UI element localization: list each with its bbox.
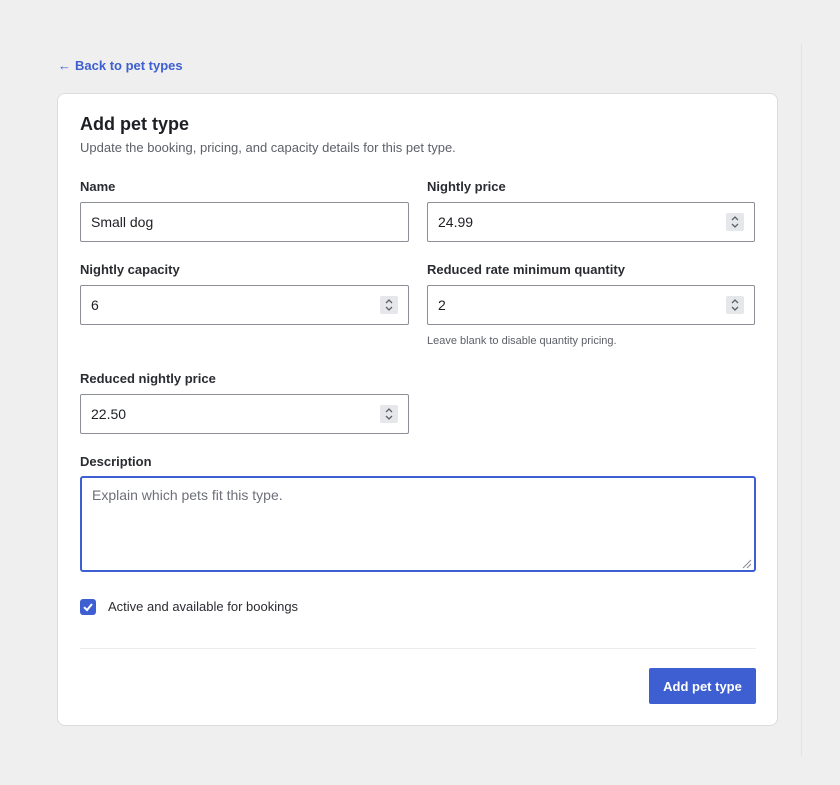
back-to-pet-types-link[interactable]: ← Back to pet types bbox=[58, 58, 183, 74]
nightly-price-field[interactable] bbox=[427, 202, 755, 242]
page: ← Back to pet types Add pet type Update … bbox=[0, 0, 840, 785]
reduced-nightly-price-input[interactable] bbox=[91, 406, 398, 422]
page-title: Add pet type bbox=[80, 114, 190, 134]
page-subtitle: Update the booking, pricing, and capacit… bbox=[80, 140, 456, 155]
nightly-price-stepper-icon[interactable] bbox=[726, 213, 744, 231]
pet-type-form-card: Add pet type Update the booking, pricing… bbox=[57, 93, 778, 726]
reduced-rate-min-qty-field[interactable] bbox=[427, 285, 755, 325]
nightly-capacity-input[interactable] bbox=[91, 297, 398, 313]
nightly-capacity-label: Nightly capacity bbox=[80, 262, 180, 277]
arrow-left-icon: ← bbox=[58, 58, 71, 73]
page-edge-divider bbox=[801, 44, 802, 756]
reduced-nightly-price-stepper-icon[interactable] bbox=[380, 405, 398, 423]
form-footer-divider bbox=[80, 648, 756, 649]
back-link-label: Back to pet types bbox=[75, 58, 183, 73]
nightly-capacity-field[interactable] bbox=[80, 285, 409, 325]
active-checkbox-label: Active and available for bookings bbox=[108, 599, 299, 614]
description-textarea[interactable] bbox=[92, 487, 744, 561]
reduced-nightly-price-field[interactable] bbox=[80, 394, 409, 434]
description-label: Description bbox=[80, 454, 152, 469]
name-label: Name bbox=[80, 179, 116, 194]
resize-grip-icon[interactable] bbox=[740, 556, 752, 569]
active-checkbox-row[interactable]: Active and available for bookings bbox=[80, 599, 298, 615]
nightly-price-input[interactable] bbox=[438, 214, 744, 230]
name-input[interactable] bbox=[91, 214, 398, 230]
active-checkbox[interactable] bbox=[80, 599, 96, 615]
checkmark-icon bbox=[83, 603, 93, 612]
nightly-price-label: Nightly price bbox=[427, 179, 506, 194]
description-field[interactable] bbox=[80, 476, 756, 572]
reduced-rate-min-qty-stepper-icon[interactable] bbox=[726, 296, 744, 314]
nightly-capacity-stepper-icon[interactable] bbox=[380, 296, 398, 314]
reduced-rate-help-text: Leave blank to disable quantity pricing. bbox=[427, 335, 617, 347]
name-field[interactable] bbox=[80, 202, 409, 242]
add-pet-type-button[interactable]: Add pet type bbox=[649, 668, 756, 704]
reduced-rate-min-qty-label: Reduced rate minimum quantity bbox=[427, 262, 625, 277]
reduced-nightly-price-label: Reduced nightly price bbox=[80, 371, 216, 386]
reduced-rate-min-qty-input[interactable] bbox=[438, 297, 744, 313]
